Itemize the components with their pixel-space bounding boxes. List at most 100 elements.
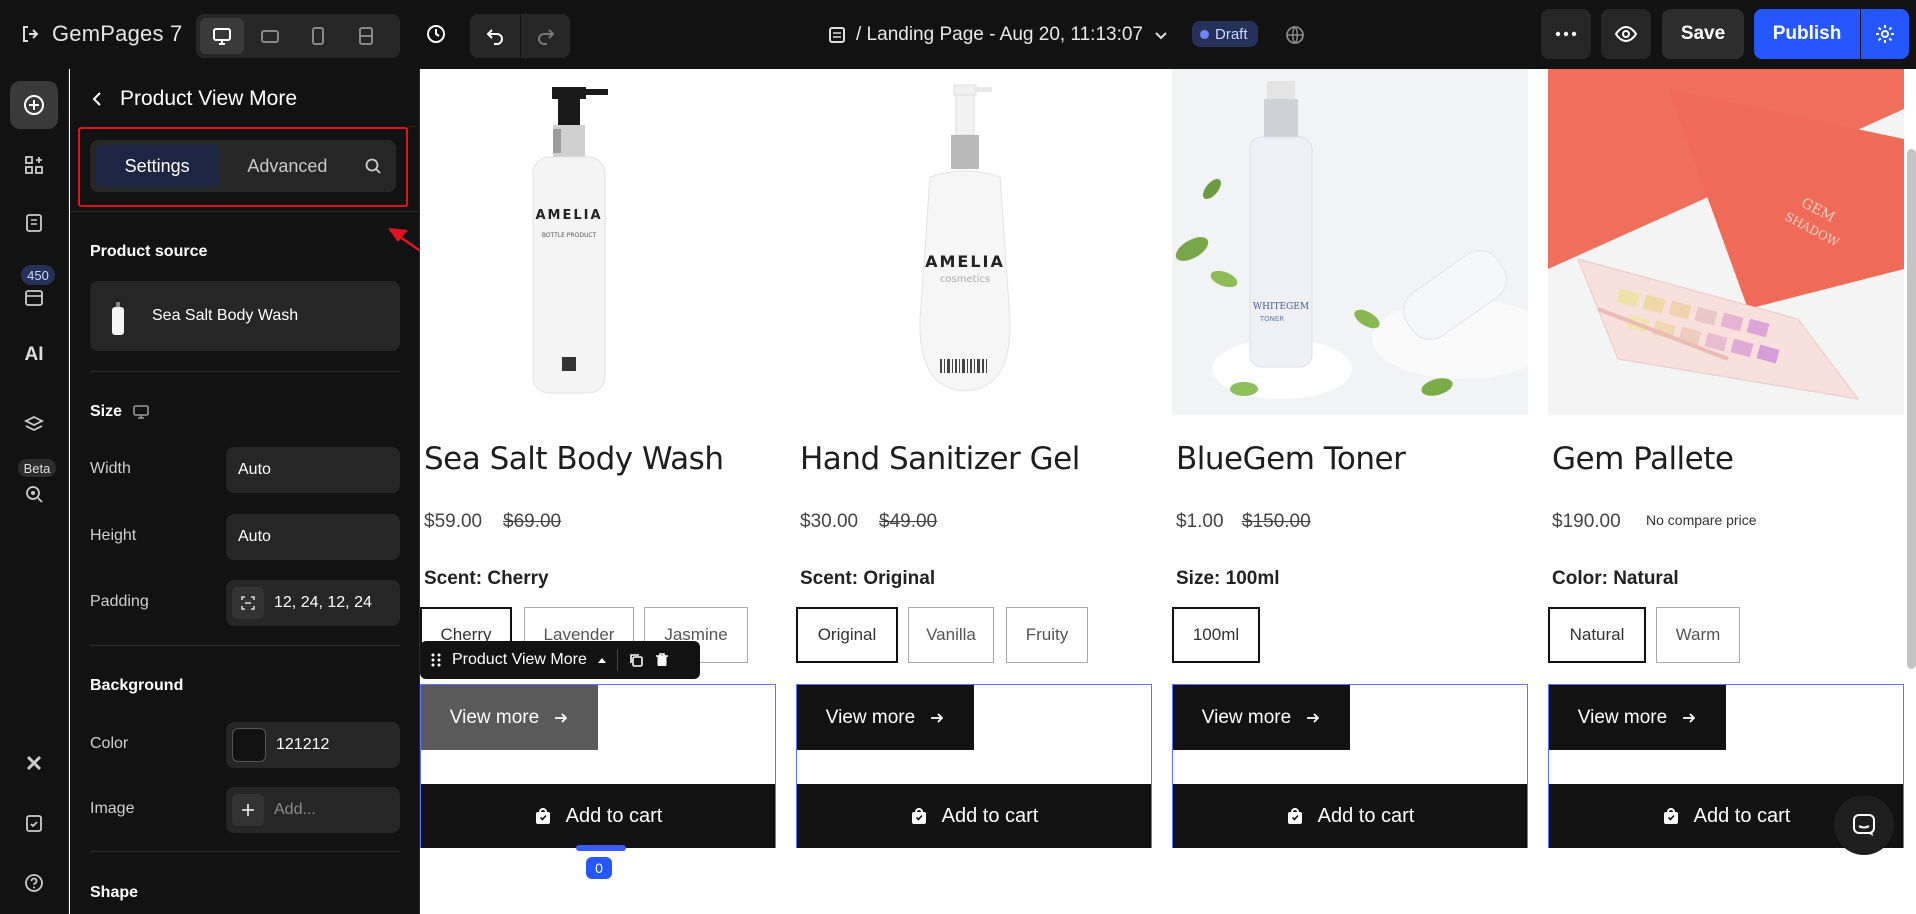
responsive-view-button[interactable] xyxy=(344,18,388,54)
canvas-scrollbar[interactable] xyxy=(1907,149,1916,669)
option-swatch-original[interactable]: Original xyxy=(796,607,898,663)
option-title: Scent: Original xyxy=(800,568,936,589)
page-title: / Landing Page - Aug 20, 11:13:07 xyxy=(856,24,1143,45)
spacing-badge: 0 xyxy=(586,857,612,879)
layers-button[interactable] xyxy=(10,401,58,449)
layers-icon xyxy=(23,415,45,432)
width-field[interactable]: Auto xyxy=(226,447,400,493)
library-button[interactable] xyxy=(10,273,58,321)
product-title[interactable]: BlueGem Toner xyxy=(1176,441,1406,477)
search-settings-button[interactable] xyxy=(356,145,392,187)
tracking-button[interactable] xyxy=(10,469,58,517)
toner-sub-text: TONER xyxy=(1259,315,1284,323)
option-swatch-100ml[interactable]: 100ml xyxy=(1172,607,1260,663)
publish-settings-button[interactable] xyxy=(1861,9,1909,59)
panel-header: Product View More xyxy=(90,83,297,115)
divider xyxy=(90,645,400,646)
history-button[interactable] xyxy=(418,14,454,54)
add-to-cart-button[interactable]: Add to cart xyxy=(1173,784,1527,848)
product-image[interactable]: WHITEGEM TONER xyxy=(1172,69,1552,415)
view-more-label: View more xyxy=(825,706,916,728)
option-swatch-warm[interactable]: Warm xyxy=(1656,607,1740,663)
height-field[interactable]: Auto xyxy=(226,514,400,560)
apps-button[interactable] xyxy=(10,141,58,189)
option-swatch-fruity[interactable]: Fruity xyxy=(1006,607,1088,663)
product-image[interactable]: AMELIA BOTTLE PRODUCT xyxy=(420,69,776,415)
drag-handle-icon[interactable] xyxy=(430,652,442,668)
desktop-view-button[interactable] xyxy=(200,18,244,54)
toolbar-separator xyxy=(616,649,618,671)
page-icon xyxy=(829,27,845,43)
background-label: Background xyxy=(90,677,184,694)
back-chevron-icon[interactable] xyxy=(90,90,104,108)
product-image[interactable]: AMELIA cosmetics xyxy=(796,69,1152,415)
tab-settings[interactable]: Settings xyxy=(95,145,220,187)
product-source-label: Product source xyxy=(90,243,208,260)
page-selector[interactable]: / Landing Page - Aug 20, 11:13:07 xyxy=(828,20,1169,50)
product-title[interactable]: Sea Salt Body Wash xyxy=(424,441,724,477)
undo-button[interactable] xyxy=(470,14,520,58)
add-to-cart-button[interactable]: Add to cart xyxy=(421,784,775,848)
language-button[interactable] xyxy=(1280,20,1310,50)
pages-button[interactable] xyxy=(10,199,58,247)
page-canvas: AMELIA BOTTLE PRODUCT Sea Salt Body Wash… xyxy=(420,69,1916,914)
save-button[interactable]: Save xyxy=(1662,9,1744,59)
color-swatch[interactable] xyxy=(232,728,266,762)
checklist-button[interactable] xyxy=(10,799,58,847)
ai-icon: AI xyxy=(24,344,44,365)
image-label: Image xyxy=(90,800,135,817)
shape-label: Shape xyxy=(90,884,139,901)
chat-icon xyxy=(1853,814,1875,836)
add-image-button[interactable] xyxy=(232,794,264,826)
add-to-cart-label: Add to cart xyxy=(941,804,1039,827)
product-source-value: Sea Salt Body Wash xyxy=(152,307,299,324)
padding-field[interactable]: 12, 24, 12, 24 xyxy=(226,580,400,626)
duplicate-icon[interactable] xyxy=(628,652,644,668)
logo[interactable]: GemPages 7 xyxy=(20,18,182,50)
tablet-view-button[interactable] xyxy=(248,18,292,54)
add-element-button[interactable] xyxy=(10,81,58,129)
ai-button[interactable]: AI xyxy=(10,331,58,379)
x-button[interactable] xyxy=(10,739,58,787)
arrow-right-icon xyxy=(1683,712,1696,723)
view-more-button[interactable]: View more xyxy=(1173,685,1350,750)
mobile-view-button[interactable] xyxy=(296,18,340,54)
help-icon xyxy=(25,874,43,892)
product-card: AMELIA cosmetics Hand Sanitizer Gel $30.… xyxy=(796,69,1152,849)
view-more-button[interactable]: View more xyxy=(797,685,974,750)
chat-support-button[interactable] xyxy=(1834,795,1894,855)
tab-advanced[interactable]: Advanced xyxy=(223,145,351,187)
product-title[interactable]: Gem Pallete xyxy=(1552,441,1734,477)
more-options-button[interactable] xyxy=(1541,9,1591,59)
target-settings-icon xyxy=(26,486,43,503)
product-title[interactable]: Hand Sanitizer Gel xyxy=(800,441,1080,477)
view-more-button[interactable]: View more xyxy=(421,685,598,750)
option-swatch-vanilla[interactable]: Vanilla xyxy=(908,607,994,663)
image-field[interactable]: Add... xyxy=(226,787,400,833)
preview-button[interactable] xyxy=(1601,9,1651,59)
product-image[interactable]: GEM SHADOW xyxy=(1548,69,1904,415)
settings-panel: Product View More Settings Advanced Prod… xyxy=(70,69,420,914)
help-button[interactable] xyxy=(10,859,58,907)
desktop-icon[interactable] xyxy=(132,403,150,421)
element-toolbar-label[interactable]: Product View More xyxy=(452,651,587,669)
publish-button[interactable]: Publish xyxy=(1754,9,1860,59)
compare-price: $49.00 xyxy=(879,511,938,532)
view-more-button[interactable]: View more xyxy=(1549,685,1726,750)
caret-up-icon[interactable] xyxy=(597,656,607,664)
color-field[interactable]: 121212 xyxy=(226,722,400,768)
resize-handle[interactable] xyxy=(576,845,626,851)
product-card: AMELIA BOTTLE PRODUCT Sea Salt Body Wash… xyxy=(420,69,776,849)
library-icon xyxy=(25,290,43,306)
add-to-cart-button[interactable]: Add to cart xyxy=(797,784,1151,848)
x-logo-icon xyxy=(26,755,42,771)
option-swatch-natural[interactable]: Natural xyxy=(1548,607,1646,663)
image-placeholder: Add... xyxy=(274,801,316,818)
trash-icon[interactable] xyxy=(654,652,670,668)
product-source-picker[interactable]: Sea Salt Body Wash xyxy=(90,281,400,351)
option-title: Scent: Cherry xyxy=(424,568,549,589)
redo-button[interactable] xyxy=(520,14,570,58)
desktop-icon xyxy=(213,28,231,45)
padding-link-button[interactable] xyxy=(232,587,264,619)
left-rail: 450 AI Beta xyxy=(0,69,69,914)
